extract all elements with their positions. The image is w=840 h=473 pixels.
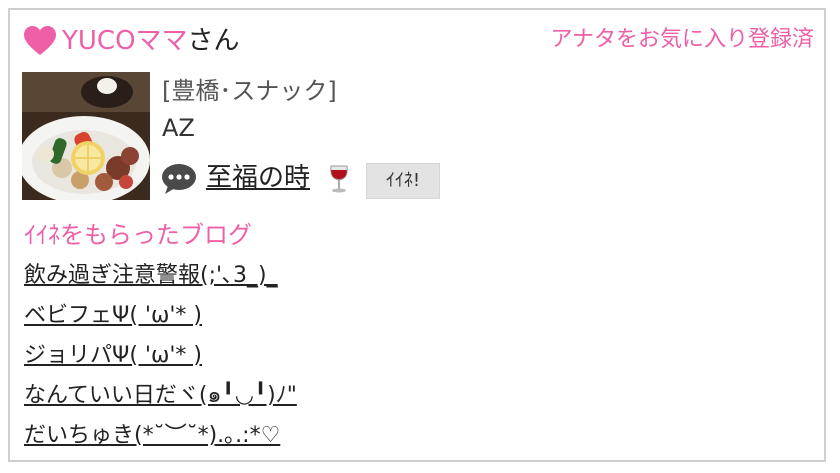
blog-link[interactable]: ジョリパΨ( 'ω'* )	[24, 343, 202, 368]
liked-blogs-list: 飲み過ぎ注意警報(;'､3_)_ ベビフェΨ( 'ω'* ) ジョリパΨ( 'ω…	[24, 262, 297, 462]
blog-link[interactable]: ベビフェΨ( 'ω'* )	[24, 303, 202, 328]
card-header: YUCOママさん アナタをお気に入り登録済	[24, 24, 814, 60]
shop-category: [豊橋･スナック]	[162, 77, 337, 105]
user-honorific: さん	[187, 26, 240, 56]
user-name[interactable]: YUCOママ	[62, 26, 188, 56]
list-item: なんていい日だヾ(๑╹◡╹)ﾉ"	[24, 382, 297, 422]
heart-icon	[24, 26, 56, 55]
list-item: 飲み過ぎ注意警報(;'､3_)_	[24, 262, 297, 302]
list-item: だいちゅき(*˘︶˘*).｡.:*♡	[24, 422, 297, 462]
iine-button[interactable]: ｲｲﾈ!	[366, 163, 440, 199]
blog-link[interactable]: だいちゅき(*˘︶˘*).｡.:*♡	[24, 423, 280, 448]
shop-name: AZ	[162, 114, 195, 142]
liked-blogs-title: ｲｲﾈをもらったブログ	[24, 221, 252, 249]
user-name-link[interactable]: YUCOママさん	[62, 25, 240, 57]
food-photo	[22, 72, 150, 200]
list-item: ジョリパΨ( 'ω'* )	[24, 342, 297, 382]
favorite-status: アナタをお気に入り登録済	[550, 27, 814, 52]
post-thumbnail[interactable]	[22, 72, 150, 200]
post-title-link[interactable]: 至福の時	[206, 162, 310, 194]
profile-card: YUCOママさん アナタをお気に入り登録済 [豊橋･スナック] AZ 至福の時 …	[8, 8, 826, 462]
blog-link[interactable]: なんていい日だヾ(๑╹◡╹)ﾉ"	[24, 383, 297, 408]
blog-link[interactable]: 飲み過ぎ注意警報(;'､3_)_	[24, 263, 278, 288]
wine-glass-icon	[330, 165, 348, 193]
list-item: ベビフェΨ( 'ω'* )	[24, 302, 297, 342]
speech-bubble-icon	[162, 164, 196, 194]
